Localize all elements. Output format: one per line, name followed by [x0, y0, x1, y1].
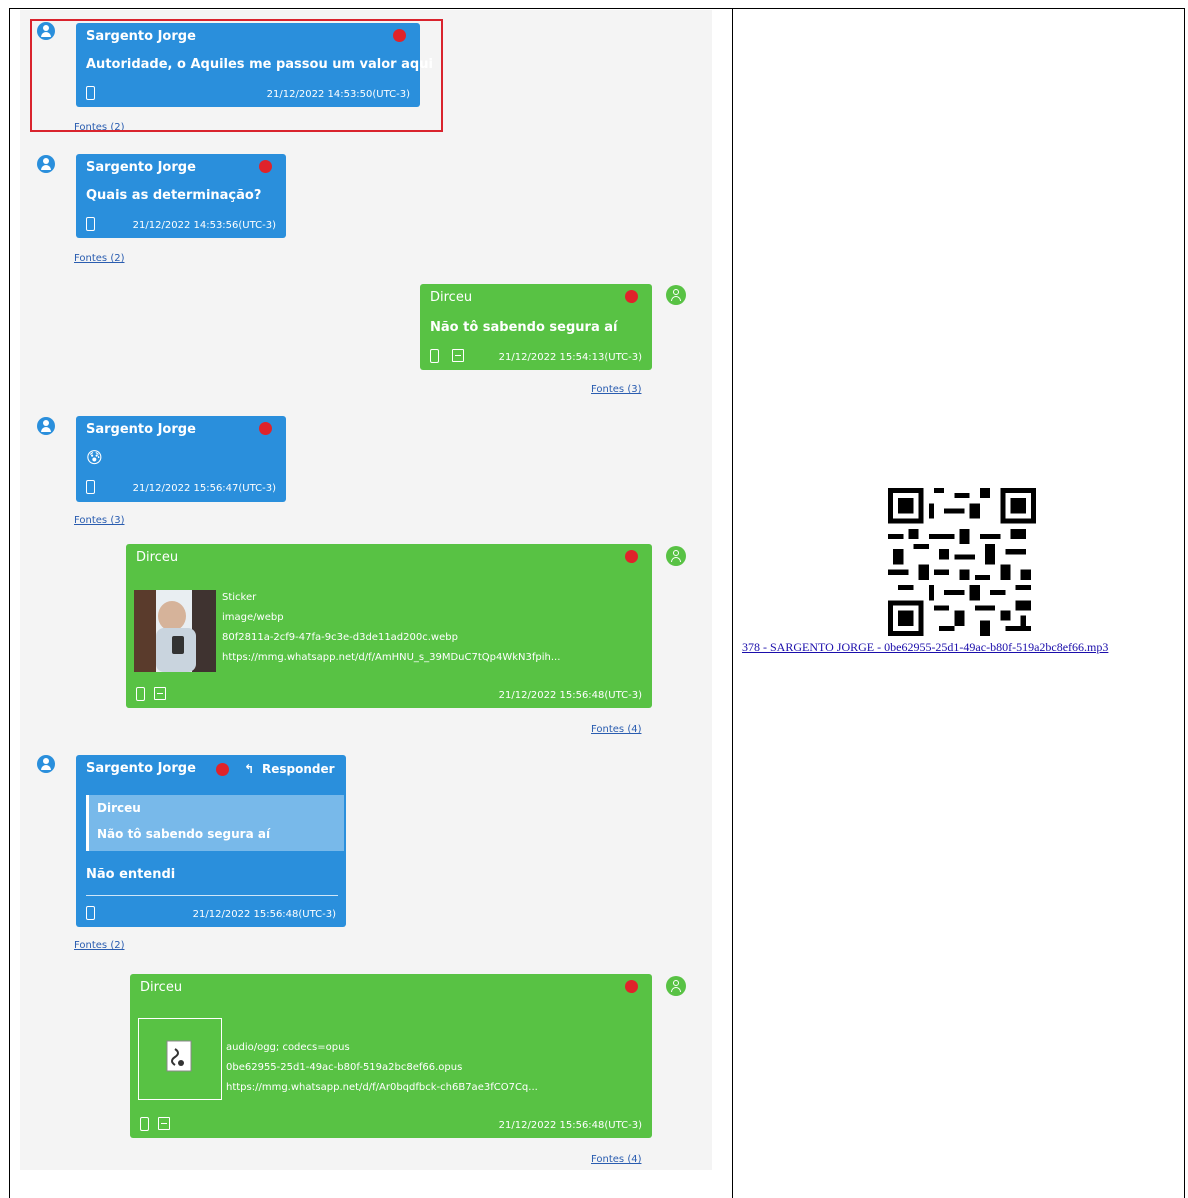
qr-code-icon: [888, 488, 1036, 636]
highlight-box: [30, 19, 443, 132]
file-url[interactable]: https://mmg.whatsapp.net/d/f/AmHNU_s_39M…: [222, 648, 560, 668]
file-mime: audio/ogg; codecs=opus: [226, 1042, 350, 1053]
user-avatar-icon: [666, 546, 686, 566]
audio-file-icon: [166, 1040, 192, 1072]
message-bubble[interactable]: Dirceu audio/ogg; codecs=opus 0be62955-2…: [130, 974, 652, 1138]
phone-device-icon: [86, 480, 95, 494]
phone-device-icon: [86, 217, 95, 231]
message-timestamp: 21/12/2022 14:53:56(UTC-3): [132, 220, 276, 231]
table-top-border: [9, 8, 1185, 9]
table-right-border: [1184, 8, 1185, 1198]
user-avatar-icon: [37, 417, 55, 435]
audio-attachment[interactable]: [138, 1018, 222, 1100]
user-avatar-icon: [666, 285, 686, 305]
status-dot: [625, 980, 638, 993]
table-left-border: [9, 8, 10, 1198]
sources-link[interactable]: Fontes (3): [591, 384, 641, 395]
status-dot: [625, 550, 638, 563]
message-bubble[interactable]: Dirceu Sticker image/webp 80f2811a-2cf9-…: [126, 544, 652, 708]
message-bubble[interactable]: Sargento Jorge Quais as determinação? 21…: [76, 154, 286, 238]
divider: [86, 895, 338, 896]
sources-link[interactable]: Fontes (4): [591, 724, 641, 735]
sender-name: Sargento Jorge: [86, 761, 196, 776]
sticker-thumbnail[interactable]: [134, 590, 216, 672]
save-icon[interactable]: [154, 687, 166, 700]
sources-link[interactable]: Fontes (4): [591, 1154, 641, 1165]
status-dot: [216, 763, 229, 776]
message-text: Quais as determinação?: [86, 188, 262, 203]
message-bubble[interactable]: Sargento Jorge 😰 21/12/2022 15:56:47(UTC…: [76, 416, 286, 502]
file-url[interactable]: https://mmg.whatsapp.net/d/f/Ar0bqdfbck-…: [226, 1078, 538, 1098]
sources-link[interactable]: Fontes (3): [74, 515, 124, 526]
file-mime: image/webp: [222, 612, 284, 623]
message-bubble[interactable]: Dirceu Não tô sabendo segura aí 21/12/20…: [420, 284, 652, 370]
sender-name: Sargento Jorge: [86, 422, 196, 437]
message-text: Não tô sabendo segura aí: [430, 320, 618, 335]
file-info: audio/ogg; codecs=opus 0be62955-25d1-49a…: [226, 1038, 538, 1098]
message-timestamp: 21/12/2022 15:56:48(UTC-3): [498, 690, 642, 701]
user-avatar-icon: [37, 755, 55, 773]
sender-name: Dirceu: [140, 980, 183, 995]
user-avatar-icon: [37, 155, 55, 173]
sender-name: Dirceu: [136, 550, 179, 565]
attachment-link[interactable]: 378 - SARGENTO JORGE - 0be62955-25d1-49a…: [742, 640, 1178, 655]
quote-text: Não tô sabendo segura aí: [97, 827, 271, 841]
status-dot: [259, 422, 272, 435]
sender-name: Sargento Jorge: [86, 160, 196, 175]
phone-device-icon: [136, 687, 145, 701]
file-type: Sticker: [222, 592, 257, 603]
file-name: 80f2811a-2cf9-47fa-9c3e-d3de11ad200c.web…: [222, 632, 458, 643]
status-dot: [625, 290, 638, 303]
user-avatar-icon: [666, 976, 686, 996]
file-info: Sticker image/webp 80f2811a-2cf9-47fa-9c…: [222, 588, 560, 668]
message-emoji: 😰: [86, 448, 103, 467]
save-icon[interactable]: [158, 1117, 170, 1130]
message-timestamp: 21/12/2022 15:56:48(UTC-3): [192, 909, 336, 920]
quoted-message[interactable]: Dirceu Não tô sabendo segura aí: [86, 795, 344, 851]
phone-device-icon: [140, 1117, 149, 1131]
sources-link[interactable]: Fontes (2): [74, 253, 124, 264]
message-timestamp: 21/12/2022 15:56:47(UTC-3): [132, 483, 276, 494]
message-timestamp: 21/12/2022 15:56:48(UTC-3): [498, 1120, 642, 1131]
reply-arrow-icon[interactable]: ↰: [244, 762, 254, 776]
quote-sender: Dirceu: [97, 801, 141, 815]
message-bubble[interactable]: Sargento Jorge ↰ Responder Dirceu Não tô…: [76, 755, 346, 927]
table-column-divider: [732, 8, 733, 1198]
message-timestamp: 21/12/2022 15:54:13(UTC-3): [498, 352, 642, 363]
phone-device-icon: [430, 349, 439, 363]
chat-panel: Sargento Jorge Autoridade, o Aquiles me …: [20, 10, 712, 1170]
sources-link[interactable]: Fontes (2): [74, 940, 124, 951]
status-dot: [259, 160, 272, 173]
sender-name: Dirceu: [430, 290, 473, 305]
message-text: Não entendi: [86, 867, 176, 882]
save-icon[interactable]: [452, 349, 464, 362]
file-name: 0be62955-25d1-49ac-b80f-519a2bc8ef66.opu…: [226, 1062, 463, 1073]
phone-device-icon: [86, 906, 95, 920]
reply-button[interactable]: Responder: [262, 762, 335, 776]
